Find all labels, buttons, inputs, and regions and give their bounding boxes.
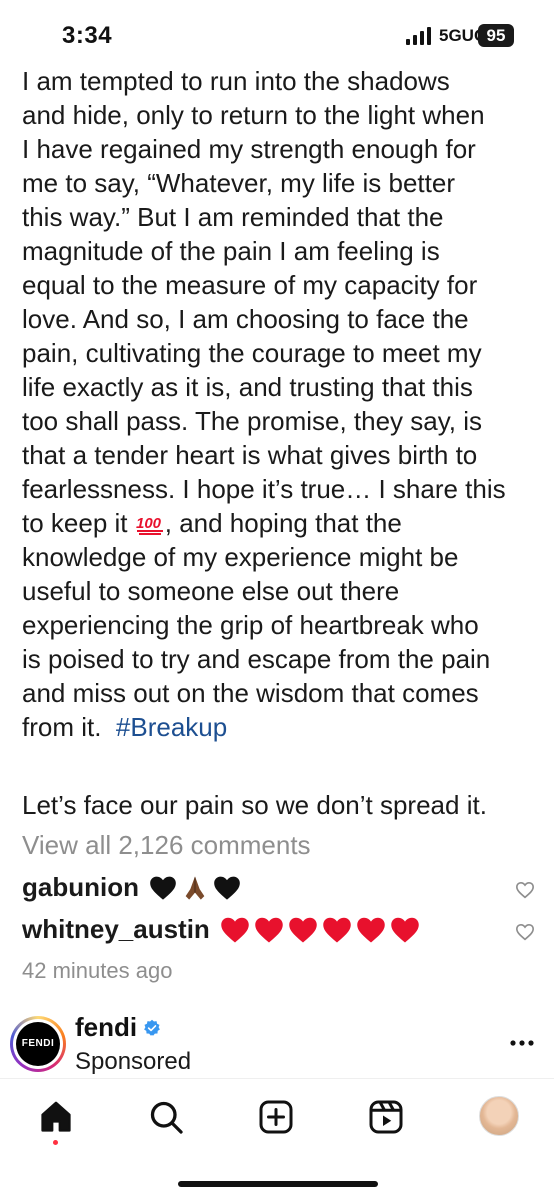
reels-icon[interactable] <box>368 1099 404 1135</box>
red-heart-icon <box>323 917 351 942</box>
red-heart-icon <box>357 917 385 942</box>
account-avatar[interactable]: FENDI <box>10 1016 66 1072</box>
caption-line: I have regained my strength enough for <box>22 134 476 164</box>
create-icon[interactable] <box>258 1099 294 1135</box>
black-heart-icon <box>150 876 176 900</box>
caption-closing: Let’s face our pain so we don’t spread i… <box>22 790 487 820</box>
caption-line: life exactly as it is, and trusting that… <box>22 372 473 402</box>
caption-line: me to say, “Whatever, my life is better <box>22 168 455 198</box>
caption-line: and miss out on the wisdom that comes <box>22 678 479 708</box>
post-timestamp: 42 minutes ago <box>22 958 173 983</box>
hashtag-link[interactable]: #Breakup <box>116 712 227 742</box>
home-icon[interactable] <box>38 1099 74 1135</box>
caption-text: , and hoping that the <box>164 508 402 538</box>
caption-line: magnitude of the pain I am feeling is <box>22 236 440 266</box>
caption-line: to keep it 100 , and hoping that the <box>22 506 534 540</box>
battery-indicator: 95 <box>478 24 514 47</box>
comment-username[interactable]: whitney_austin <box>22 914 210 945</box>
notification-dot <box>53 1140 58 1145</box>
caption-line: experiencing the grip of heartbreak who <box>22 610 479 640</box>
caption-line: I am tempted to run into the shadows <box>22 66 450 96</box>
caption-line: that a tender heart is what gives birth … <box>22 440 478 470</box>
caption-line: knowledge of my experience might be <box>22 542 459 572</box>
fendi-logo: FENDI <box>16 1022 60 1066</box>
account-username[interactable]: fendi <box>75 1012 137 1043</box>
caption-line: this way.” But I am reminded that the <box>22 202 444 232</box>
account-name[interactable]: fendi <box>75 1012 161 1043</box>
view-all-comments-link[interactable]: View all 2,126 comments <box>22 830 311 861</box>
like-icon[interactable] <box>515 881 535 899</box>
caption-text: from it. <box>22 712 102 742</box>
red-heart-icon <box>289 917 317 942</box>
status-time: 3:34 <box>62 22 113 49</box>
red-heart-icon <box>255 917 283 942</box>
caption-line: fearlessness. I hope it’s true… I share … <box>22 474 506 504</box>
caption-line: pain, cultivating the courage to meet my <box>22 338 482 368</box>
like-icon[interactable] <box>515 923 535 941</box>
post-caption: I am tempted to run into the shadows and… <box>22 64 534 744</box>
svg-text:100: 100 <box>136 515 162 532</box>
caption-line: too shall pass. The promise, they say, i… <box>22 406 483 436</box>
home-indicator <box>178 1181 378 1187</box>
signal-icon <box>406 27 431 45</box>
comment-username[interactable]: gabunion <box>22 872 139 903</box>
search-icon[interactable] <box>148 1099 184 1135</box>
caption-line: from it. #Breakup <box>22 710 534 744</box>
verified-icon <box>144 1019 160 1036</box>
comment-emojis <box>220 916 420 944</box>
red-heart-icon <box>391 917 419 942</box>
caption-line: is poised to try and escape from the pai… <box>22 644 491 674</box>
hundred-points-emoji-icon: 100 <box>136 515 163 535</box>
comment: whitney_austin <box>22 914 420 945</box>
avatar-border: FENDI <box>13 1019 63 1069</box>
profile-avatar[interactable] <box>479 1096 519 1136</box>
caption-line: love. And so, I am choosing to face the <box>22 304 469 334</box>
comment-emojis <box>149 874 241 902</box>
caption-text: to keep it <box>22 508 128 538</box>
caption-line: useful to someone else out there <box>22 576 400 606</box>
status-bar: 3:34 5GUC 95 <box>0 0 554 64</box>
folded-hands-icon <box>185 875 205 900</box>
black-heart-icon <box>214 876 240 900</box>
red-heart-icon <box>221 917 249 942</box>
more-icon[interactable] <box>510 1040 534 1046</box>
sponsored-label: Sponsored <box>75 1048 192 1075</box>
caption-line: equal to the measure of my capacity for <box>22 270 478 300</box>
comment: gabunion <box>22 872 241 903</box>
caption-line: and hide, only to return to the light wh… <box>22 100 485 130</box>
